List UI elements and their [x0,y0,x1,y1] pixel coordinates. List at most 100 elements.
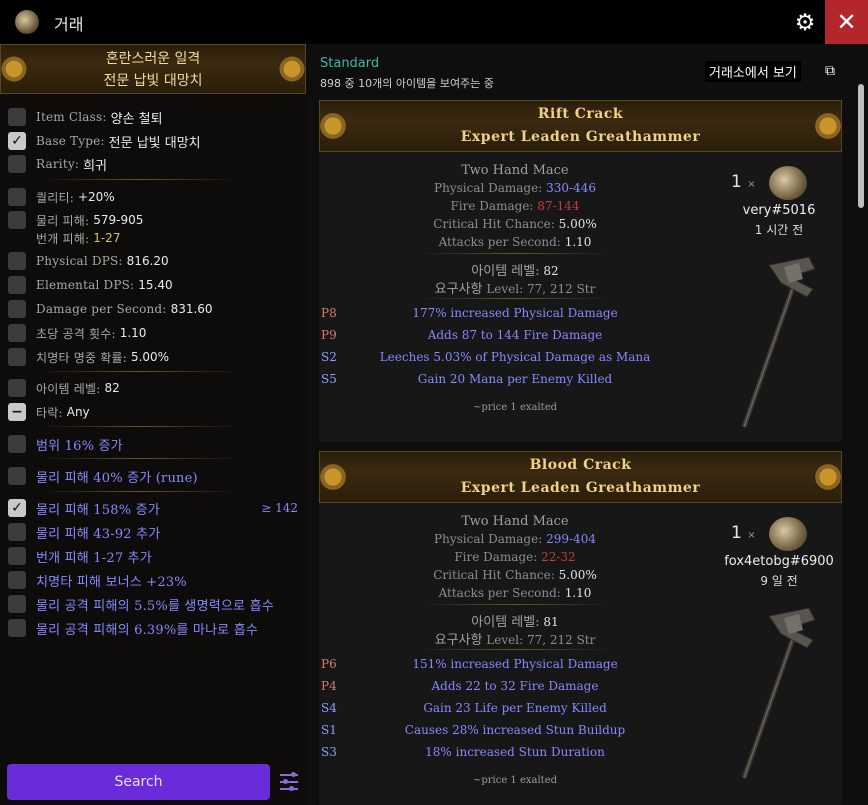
result-card[interactable]: Blood Crack Expert Leaden Greathammer Tw… [319,451,842,805]
seller-name[interactable]: fox4etobg#6900 [709,554,849,569]
requirements: Level: 77, 212 Str [486,282,596,296]
filter-radius[interactable]: 범위 16% 증가 [8,433,304,455]
filter-panel: 혼란스러운 일격 전문 납빛 대망치 Item Class: 양손 철퇴 ✓ Bas… [0,44,308,805]
checkbox[interactable] [8,619,26,637]
external-link-icon[interactable]: ⧉ [825,63,841,79]
checkbox-checked[interactable]: ✓ [8,499,26,517]
seller-name[interactable]: very#5016 [709,203,849,218]
checkbox[interactable] [8,379,26,397]
checkbox[interactable] [8,467,26,485]
divider [40,371,240,372]
item-type: Two Hand Mace [461,514,569,529]
item-type: Two Hand Mace [461,163,569,178]
mod-line: P8 177% increased Physical Damage [321,306,618,320]
mod-line: P6 151% increased Physical Damage [321,657,618,671]
checkbox[interactable] [8,435,26,453]
divider [419,253,611,254]
exalted-orb-icon [769,166,807,200]
filter-leech-mana[interactable]: 물리 공격 피해의 6.39%를 마나로 흡수 [8,617,304,639]
window-title: 거래 [54,15,84,34]
checkbox[interactable] [8,595,26,613]
filter-quality[interactable]: 퀄리티: +20% [8,186,304,208]
open-market-link[interactable]: 거래소에서 보기 [705,61,801,82]
divider [40,426,240,427]
filter-crit-bonus[interactable]: 치명타 피해 보너스 +23% [8,569,304,591]
aps-value: 1.10 [564,235,592,249]
checkbox[interactable] [8,108,26,126]
divider [419,604,611,605]
mod-line: P9 Adds 87 to 144 Fire Damage [321,328,603,342]
filter-leech-life[interactable]: 물리 공격 피해의 5.5%를 생명력으로 흡수 [8,593,304,615]
requirements: Level: 77, 212 Str [486,633,596,647]
listed-time: 1 시간 전 [754,223,804,237]
checkbox[interactable] [8,571,26,589]
ilvl-value: 82 [543,264,559,278]
filter-settings-icon[interactable] [280,771,300,793]
search-button[interactable]: Search [7,764,270,800]
mod-line: S5 Gain 20 Mana per Enemy Killed [321,372,613,386]
card-header: Rift Crack Expert Leaden Greathammer [319,100,842,152]
checkbox[interactable] [8,324,26,342]
checkbox[interactable] [8,547,26,565]
mod-line: S2 Leeches 5.03% of Physical Damage as Ma… [321,350,651,364]
search-item-header: 혼란스러운 일격 전문 납빛 대망치 [0,44,306,94]
checkbox[interactable] [8,252,26,270]
exalted-orb-icon [769,517,807,551]
filter-pdps[interactable]: Physical DPS: 816.20 [8,250,304,272]
checkbox[interactable] [8,188,26,206]
range-min[interactable]: ≥ 142 [261,501,298,515]
crit-value: 5.00% [558,217,597,231]
checkbox[interactable] [8,523,26,541]
divider [40,491,240,492]
results-panel: Standard 898 중 10개의 아이템을 보여주는 중 거래소에서 보기… [308,44,868,805]
price-note: ~price 1 exalted [472,775,558,786]
checkbox[interactable] [8,276,26,294]
item-name: 혼란스러운 일격 [105,51,201,67]
greathammer-icon [741,256,816,428]
scrollbar[interactable] [858,84,864,208]
filter-phys-add[interactable]: 물리 피해 43-92 추가 [8,521,304,543]
checkbox-checked[interactable]: ✓ [8,132,26,150]
ilvl-value: 81 [543,615,559,629]
divider [40,179,240,180]
app-icon [15,10,39,34]
filter-light-add[interactable]: 번개 피해 1-27 추가 [8,545,304,567]
league-label: Standard [320,56,380,71]
greathammer-icon [741,607,816,779]
mod-line: S1 Causes 28% increased Stun Buildup [321,723,626,737]
divider [419,298,611,299]
aps-value: 1.10 [564,586,592,600]
filter-item-level[interactable]: 아이템 레벨: 82 [8,377,304,399]
price-quantity: 1 × [731,172,756,192]
fire-value: 87-144 [537,199,580,213]
filter-lightning[interactable]: 번개 피해: 1-27 [8,227,304,249]
item-base: Expert Leaden Greathammer [460,129,701,145]
fire-value: 22-32 [541,550,576,564]
filter-corrupted[interactable]: − 타락: Any [8,401,304,423]
filter-crit[interactable]: 치명타 명중 확률: 5.00% [8,346,304,368]
crit-value: 5.00% [558,568,597,582]
checkbox[interactable] [8,155,26,173]
filter-rarity[interactable]: Rarity: 희귀 [8,153,304,175]
divider [40,458,240,459]
checkbox[interactable] [8,348,26,366]
result-card[interactable]: Rift Crack Expert Leaden Greathammer Two… [319,100,842,442]
checkbox-indeterminate[interactable]: − [8,403,26,421]
divider [419,649,611,650]
card-header: Blood Crack Expert Leaden Greathammer [319,451,842,503]
phys-value: 299-404 [546,532,596,546]
filter-dps[interactable]: Damage per Second: 831.60 [8,298,304,320]
phys-value: 330-446 [546,181,596,195]
filter-phys-rune[interactable]: 물리 피해 40% 증가 (rune) [8,465,304,487]
gear-icon[interactable]: ⚙ [792,10,818,36]
close-icon[interactable]: ✕ [825,0,868,44]
filter-base-type[interactable]: ✓ Base Type: 전문 납빛 대망치 [8,130,304,152]
checkbox[interactable] [8,300,26,318]
filter-edps[interactable]: Elemental DPS: 15.40 [8,274,304,296]
filter-phys-inc[interactable]: ✓ 물리 피해 158% 증가 ≥ 142 [8,497,304,519]
title-bar: 거래 ⚙ ✕ [0,0,868,44]
filter-aps[interactable]: 초당 공격 횟수: 1.10 [8,322,304,344]
filter-item-class[interactable]: Item Class: 양손 철퇴 [8,106,304,128]
item-base: 전문 납빛 대망치 [103,73,203,89]
item-base: Expert Leaden Greathammer [460,480,701,496]
